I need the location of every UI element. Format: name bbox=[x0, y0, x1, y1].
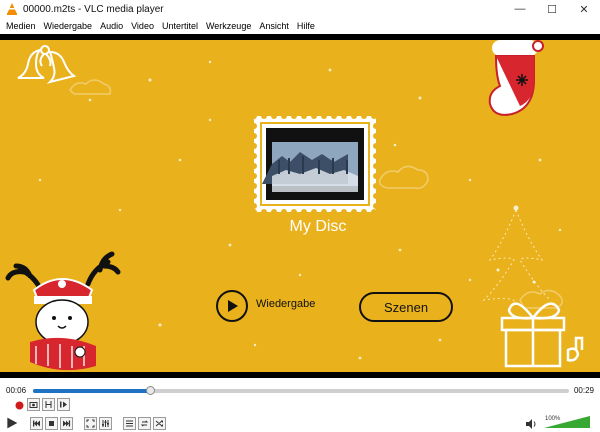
fullscreen-icon bbox=[86, 419, 95, 428]
vlc-cone-icon bbox=[6, 3, 18, 15]
total-time: 00:29 bbox=[573, 386, 594, 395]
volume-slider[interactable] bbox=[544, 416, 590, 428]
camera-icon bbox=[29, 402, 38, 408]
menu-ansicht[interactable]: Ansicht bbox=[255, 21, 293, 31]
elapsed-time: 00:06 bbox=[6, 386, 27, 395]
play-icon bbox=[7, 417, 18, 429]
play-menu-label[interactable]: Wiedergabe bbox=[256, 298, 315, 310]
menu-werkzeuge[interactable]: Werkzeuge bbox=[202, 21, 255, 31]
stop-icon bbox=[49, 421, 54, 426]
video-area[interactable]: My Disc Wiedergabe Szenen bbox=[0, 34, 600, 378]
seek-handle[interactable] bbox=[145, 386, 155, 395]
loop-icon bbox=[140, 420, 149, 427]
loop-ab-button[interactable] bbox=[42, 398, 55, 411]
speaker-icon[interactable] bbox=[525, 418, 537, 430]
christmas-bells-decoration bbox=[17, 45, 77, 84]
shuffle-button[interactable] bbox=[153, 417, 166, 430]
frame-step-icon bbox=[60, 401, 67, 408]
playlist-button[interactable] bbox=[123, 417, 136, 430]
menu-audio[interactable]: Audio bbox=[96, 21, 127, 31]
scenes-menu-button[interactable]: Szenen bbox=[359, 292, 453, 322]
menu-hilfe[interactable]: Hilfe bbox=[293, 21, 319, 31]
snapshot-button[interactable] bbox=[27, 398, 40, 411]
disc-menu: My Disc Wiedergabe Szenen bbox=[0, 40, 600, 372]
minimize-button[interactable]: — bbox=[504, 0, 536, 18]
extended-settings-button[interactable] bbox=[99, 417, 112, 430]
menu-wiedergabe[interactable]: Wiedergabe bbox=[40, 21, 97, 31]
frame-step-button[interactable] bbox=[57, 398, 70, 411]
window-title: 00000.m2ts - VLC media player bbox=[23, 3, 164, 15]
equalizer-icon bbox=[102, 420, 109, 427]
record-icon bbox=[15, 401, 24, 410]
fullscreen-button[interactable] bbox=[84, 417, 97, 430]
chapter-thumbnail-frame[interactable] bbox=[254, 116, 376, 212]
play-icon bbox=[228, 300, 238, 312]
menu-untertitel[interactable]: Untertitel bbox=[158, 21, 202, 31]
loop-ab-icon bbox=[45, 401, 52, 408]
menu-medien[interactable]: Medien bbox=[2, 21, 40, 31]
close-button[interactable]: ✕ bbox=[568, 0, 600, 18]
maximize-button[interactable]: ☐ bbox=[536, 0, 568, 18]
record-button[interactable] bbox=[13, 399, 26, 412]
next-button[interactable] bbox=[60, 417, 73, 430]
christmas-gift-decoration bbox=[482, 205, 584, 368]
play-button[interactable] bbox=[4, 415, 20, 431]
disc-title: My Disc bbox=[289, 218, 347, 235]
christmas-stocking-decoration bbox=[488, 40, 544, 116]
loop-button[interactable] bbox=[138, 417, 151, 430]
seek-progress bbox=[33, 389, 150, 393]
shuffle-icon bbox=[155, 420, 163, 427]
title-bar: 00000.m2ts - VLC media player — ☐ ✕ bbox=[0, 0, 600, 18]
control-bar: 100% bbox=[0, 398, 600, 432]
seek-bar-row: 00:06 00:29 bbox=[0, 384, 600, 398]
reindeer-decoration bbox=[5, 251, 121, 371]
stop-button[interactable] bbox=[45, 417, 58, 430]
seek-slider[interactable] bbox=[33, 386, 569, 395]
playlist-icon bbox=[126, 420, 133, 427]
play-menu-button[interactable] bbox=[216, 290, 248, 322]
previous-icon bbox=[33, 420, 40, 427]
menu-bar: Medien Wiedergabe Audio Video Untertitel… bbox=[0, 18, 600, 34]
menu-video[interactable]: Video bbox=[127, 21, 158, 31]
previous-button[interactable] bbox=[30, 417, 43, 430]
next-icon bbox=[63, 420, 71, 427]
